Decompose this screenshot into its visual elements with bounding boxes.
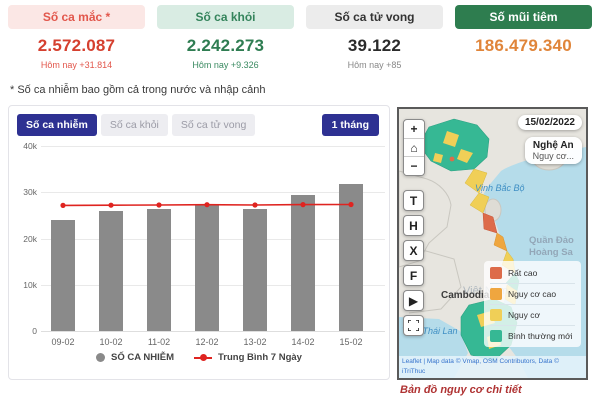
- map-legend-item: Nguy cơ: [490, 304, 575, 325]
- gridline: [41, 331, 385, 332]
- map-tooltip: Nghệ An Nguy cơ...: [525, 137, 582, 164]
- map-legend: Rất cao Nguy cơ cao Nguy cơ Bình thường …: [484, 261, 581, 347]
- map-date-label: 15/02/2022: [518, 115, 582, 130]
- stat-card-subtext: Hôm nay +9.326: [157, 60, 294, 70]
- chart-legend-item: SỐ CA NHIỄM: [96, 352, 174, 363]
- stat-card-value: 39.122: [306, 36, 443, 56]
- y-axis-tick: 0: [13, 326, 37, 336]
- x-axis-tick: 13-02: [231, 337, 279, 347]
- stat-card-value: 2.242.273: [157, 36, 294, 56]
- risk-swatch-icon: [490, 330, 502, 342]
- zoom-control-group: +⌂−: [403, 119, 425, 176]
- stat-card-subtext: [455, 60, 592, 70]
- risk-map[interactable]: +⌂− THXF ▶ 15/02/2022 Nghệ An Nguy cơ... R…: [397, 107, 588, 380]
- avg-point: [108, 203, 113, 208]
- stat-card-title: Số ca tử vong: [306, 5, 443, 29]
- map-fullscreen-button[interactable]: [403, 315, 424, 336]
- chart-legend-label: SỐ CA NHIỄM: [111, 352, 174, 363]
- risk-swatch-icon: [490, 309, 502, 321]
- avg-point: [204, 202, 209, 207]
- stat-card-green: Số ca khỏi 2.242.273 Hôm nay +9.326: [157, 5, 294, 70]
- map-legend-item: Rất cao: [490, 262, 575, 283]
- x-axis-tick: 12-02: [183, 337, 231, 347]
- legend-dot-icon: [96, 353, 105, 362]
- avg-line: [41, 146, 385, 331]
- map-tool-f-button[interactable]: F: [403, 265, 424, 286]
- map-controls: +⌂− THXF ▶: [403, 119, 425, 336]
- stat-card-gray: Số ca tử vong 39.122 Hôm nay +85: [306, 5, 443, 70]
- stat-card-red: Số ca mắc * 2.572.087 Hôm nay +31.814: [8, 5, 145, 70]
- chart-legend: SỐ CA NHIỄM Trung Bình 7 Ngày: [9, 352, 389, 363]
- map-legend-item: Bình thường mới: [490, 325, 575, 346]
- chart-legend-label: Trung Bình 7 Ngày: [218, 352, 302, 363]
- stat-card-solidgreen: Số mũi tiêm 186.479.340: [455, 5, 592, 70]
- x-axis-tick: 11-02: [135, 337, 183, 347]
- avg-point: [252, 202, 257, 207]
- map-tool-x-button[interactable]: X: [403, 240, 424, 261]
- x-axis-tick: 09-02: [39, 337, 87, 347]
- map-legend-label: Rất cao: [508, 268, 537, 278]
- y-axis-tick: 10k: [13, 280, 37, 290]
- map-tool-t-button[interactable]: T: [403, 190, 424, 211]
- chart-panel: Số ca nhiễmSố ca khỏiSố ca tử vong 1 thá…: [8, 105, 390, 380]
- stat-card-subtext: Hôm nay +85: [306, 60, 443, 70]
- chart-legend-item: Trung Bình 7 Ngày: [194, 352, 302, 363]
- map-legend-label: Bình thường mới: [508, 331, 573, 341]
- map-detail-link[interactable]: Bản đồ nguy cơ chi tiết: [400, 384, 522, 396]
- x-axis-tick: 15-02: [327, 337, 375, 347]
- stat-card-value: 186.479.340: [455, 36, 592, 56]
- legend-line-icon: [194, 357, 212, 359]
- tooltip-province: Nghệ An: [533, 140, 574, 151]
- stat-card-subtext: Hôm nay +31.814: [8, 60, 145, 70]
- chart-tab-0[interactable]: Số ca nhiễm: [17, 114, 97, 136]
- stat-card-value: 2.572.087: [8, 36, 145, 56]
- avg-point: [300, 202, 305, 207]
- range-button[interactable]: 1 tháng: [322, 114, 379, 136]
- risk-swatch-icon: [490, 288, 502, 300]
- y-axis-tick: 30k: [13, 187, 37, 197]
- stat-card-title: Số ca khỏi: [157, 5, 294, 29]
- x-axis-tick: 14-02: [279, 337, 327, 347]
- fullscreen-icon: [408, 320, 419, 331]
- chart-plot: 0 10k 20k 30k 40k 09-02 10-02 11-02 12-0…: [41, 146, 385, 331]
- chart-tabs: Số ca nhiễmSố ca khỏiSố ca tử vong: [17, 114, 255, 136]
- avg-point: [348, 202, 353, 207]
- map-play-button[interactable]: ▶: [403, 290, 424, 311]
- map-attribution: Leaflet | Map data © Vmap, OSM Contribut…: [399, 356, 586, 378]
- chart-tab-1[interactable]: Số ca khỏi: [101, 114, 168, 136]
- y-axis-tick: 20k: [13, 234, 37, 244]
- tooltip-risk: Nguy cơ...: [533, 151, 574, 161]
- covid-dashboard: Số ca mắc * 2.572.087 Hôm nay +31.814 Số…: [0, 0, 600, 400]
- place-label: Quần Đảo Hoàng Sa: [529, 235, 574, 260]
- risk-swatch-icon: [490, 267, 502, 279]
- map-legend-label: Nguy cơ: [508, 310, 540, 320]
- x-axis-tick: 10-02: [87, 337, 135, 347]
- map-tool-h-button[interactable]: H: [403, 215, 424, 236]
- place-label: Vịnh Bắc Bộ: [475, 183, 525, 193]
- map-zoom-out-button[interactable]: −: [404, 158, 424, 175]
- y-axis-tick: 40k: [13, 141, 37, 151]
- map-home-button[interactable]: ⌂: [404, 140, 424, 157]
- avg-point: [60, 203, 65, 208]
- map-legend-item: Nguy cơ cao: [490, 283, 575, 304]
- stat-card-title: Số ca mắc *: [8, 5, 145, 29]
- footnote: * Số ca nhiễm bao gồm cả trong nước và n…: [10, 84, 266, 96]
- stat-card-title: Số mũi tiêm: [455, 5, 592, 29]
- map-legend-label: Nguy cơ cao: [508, 289, 556, 299]
- stats-row: Số ca mắc * 2.572.087 Hôm nay +31.814 Số…: [8, 5, 592, 70]
- chart-tab-2[interactable]: Số ca tử vong: [172, 114, 255, 136]
- map-zoom-in-button[interactable]: +: [404, 122, 424, 139]
- avg-point: [156, 202, 161, 207]
- place-label: Cambodia: [441, 290, 489, 301]
